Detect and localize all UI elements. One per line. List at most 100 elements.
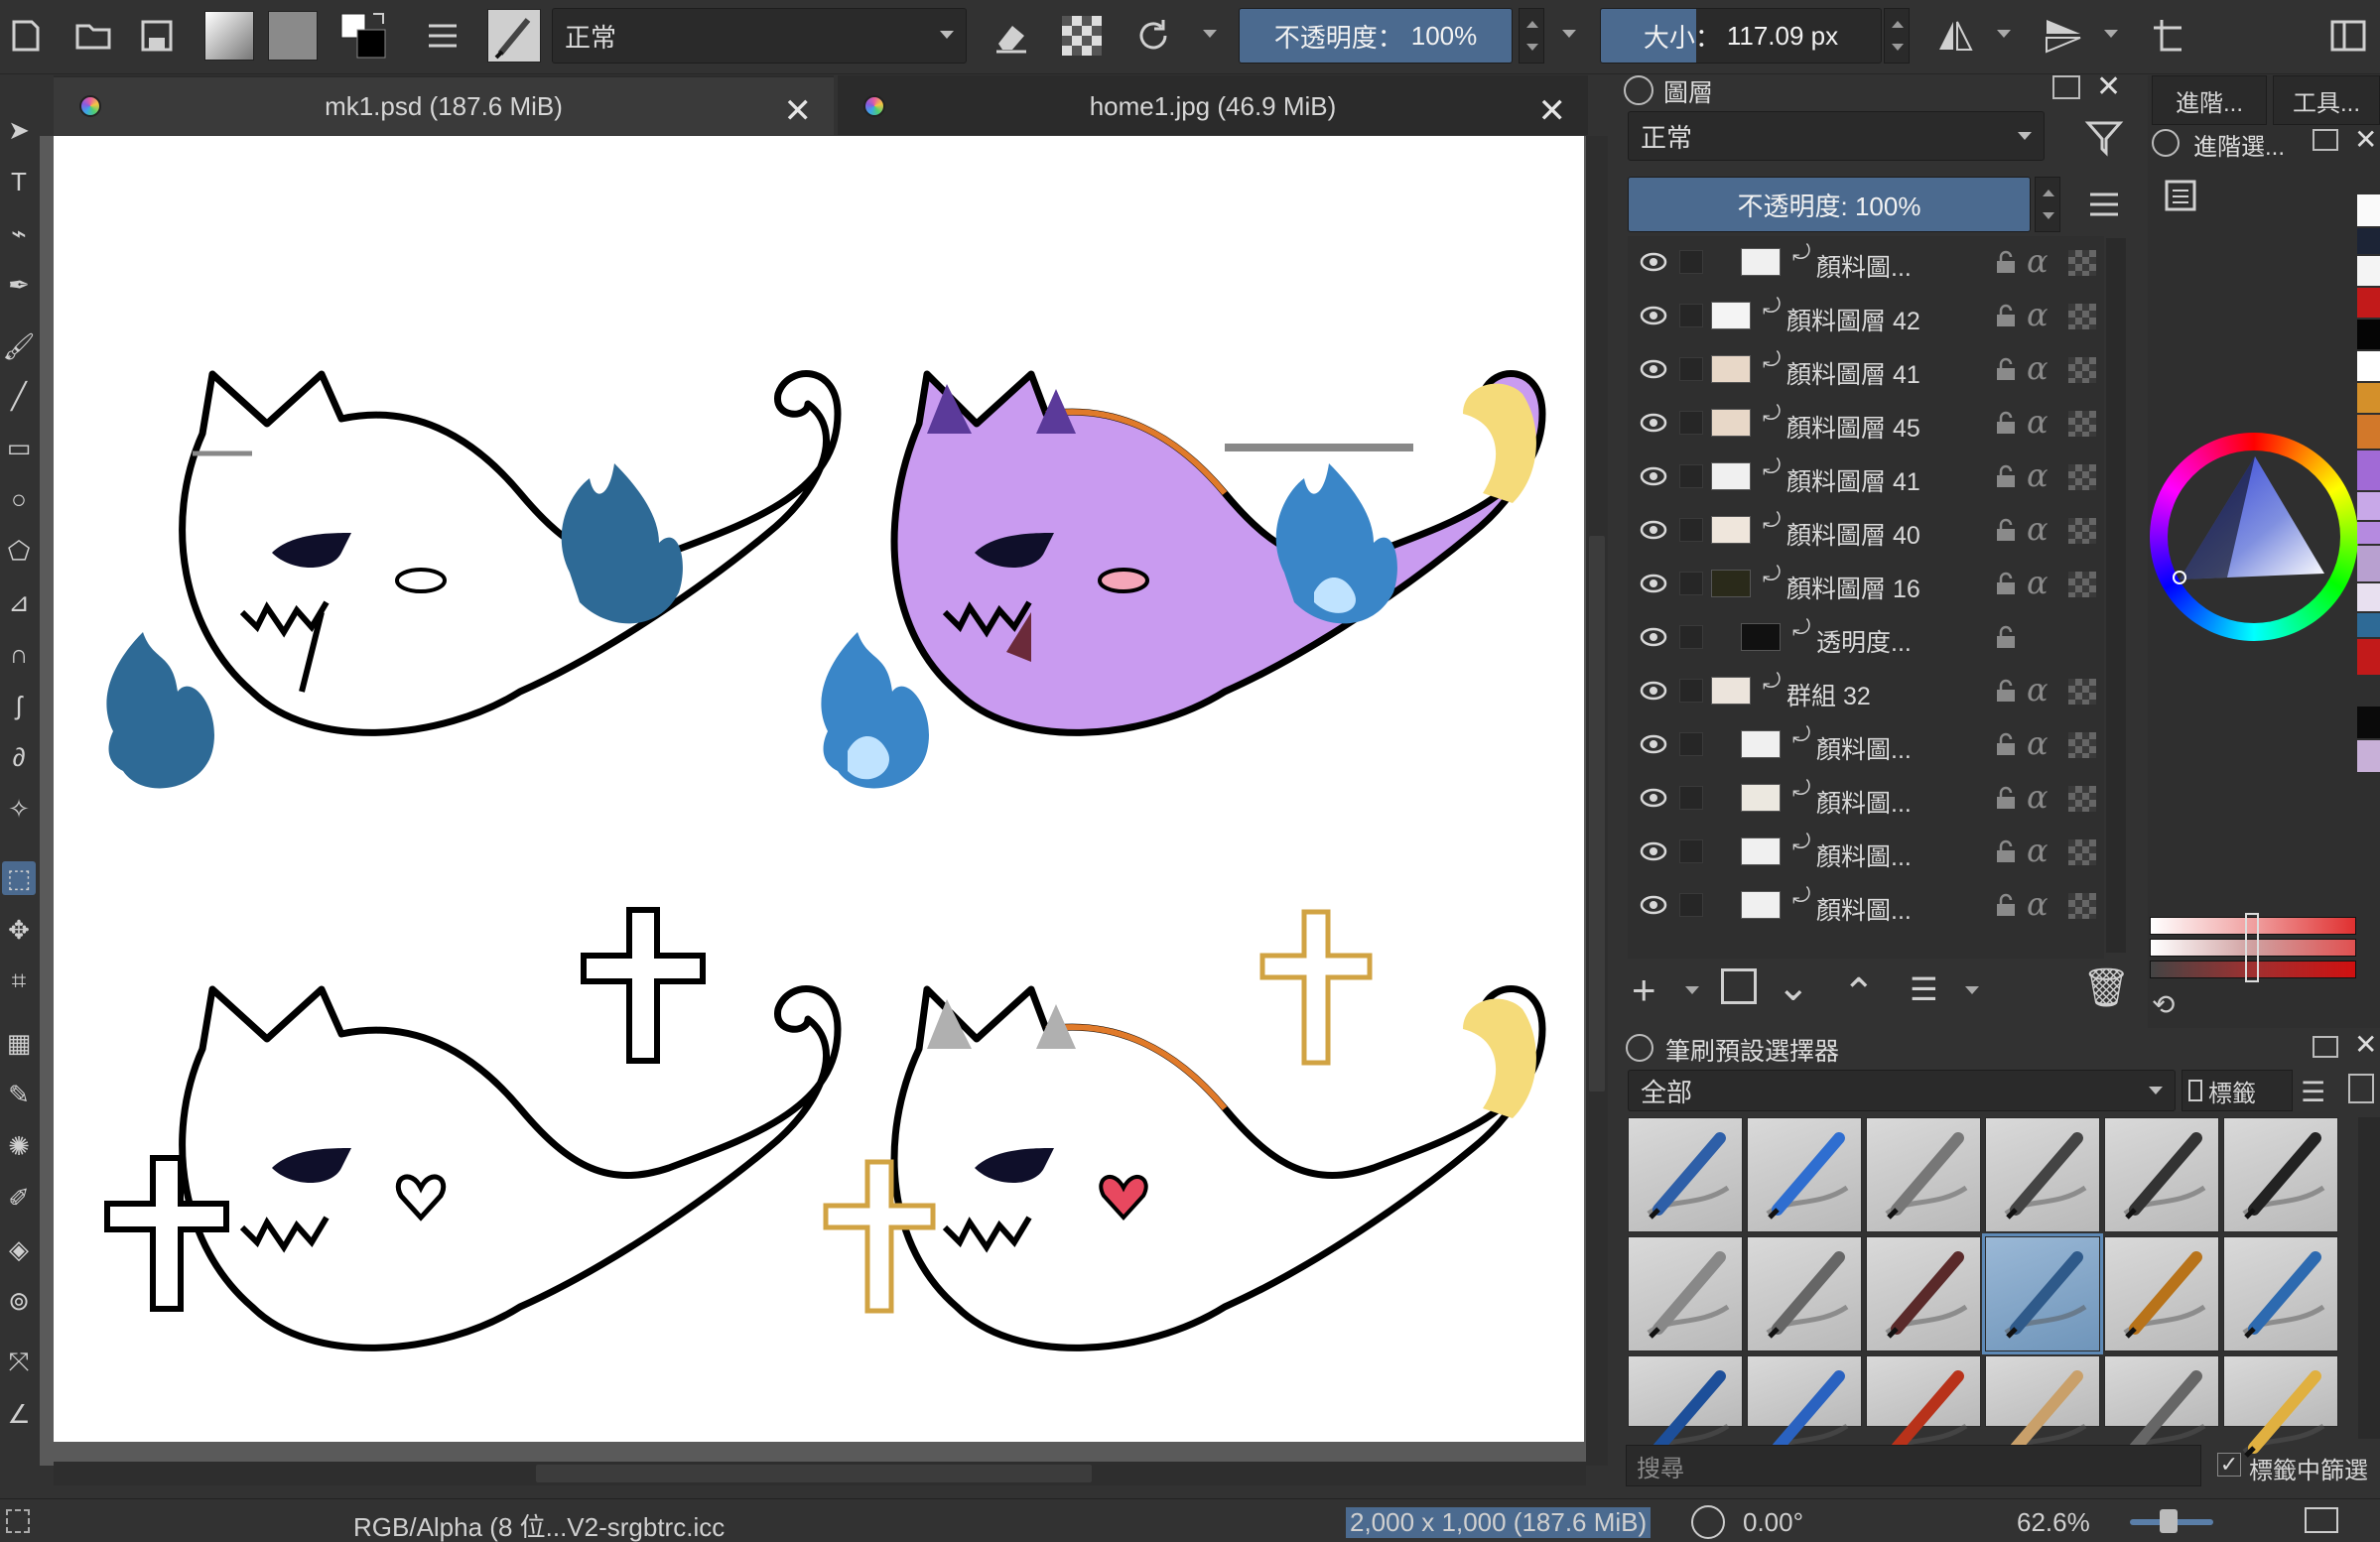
layer-name[interactable]: 顏料圖層 45 (1786, 409, 1920, 445)
layer-opacity-spinner[interactable] (2035, 177, 2060, 232)
layer-row[interactable]: ⤾ 顏料圖... α (1628, 879, 2104, 933)
canvas-document[interactable] (54, 136, 1584, 1442)
layer-row[interactable]: ⤾ 顏料圖層 40 α (1628, 504, 2104, 558)
brush-preset-tile[interactable] (1985, 1117, 2100, 1232)
mirror-vertical-icon[interactable] (2037, 8, 2088, 64)
opacity-slider[interactable]: 不透明度： 100% (1239, 8, 1513, 64)
inherit-alpha-icon[interactable] (2068, 572, 2096, 597)
tab-advanced[interactable]: 進階... (2152, 75, 2267, 125)
rectangle-select-icon[interactable]: ⬚ (2, 861, 36, 895)
brush-preset-tile[interactable] (2104, 1117, 2219, 1232)
docker-lock-icon[interactable] (2152, 129, 2180, 157)
layer-lock-icon[interactable] (1995, 839, 2017, 863)
palette-swatch[interactable] (2357, 383, 2380, 413)
docker-close-icon[interactable]: ✕ (2354, 1028, 2377, 1061)
alpha-inherit-icon[interactable]: α (2027, 403, 2049, 441)
status-zoom[interactable]: 62.6% (2017, 1507, 2090, 1538)
visibility-eye-icon[interactable] (1640, 250, 1667, 274)
layer-properties-dropdown-icon[interactable] (1965, 986, 1979, 994)
inherit-alpha-icon[interactable] (2068, 786, 2096, 812)
assistant-tool-icon[interactable]: ⊚ (2, 1284, 36, 1318)
dynamic-brush-icon[interactable]: ∂ (2, 740, 36, 774)
polygon-tool-icon[interactable]: ⬠ (2, 534, 36, 568)
inherit-alpha-icon[interactable] (2068, 679, 2096, 705)
transform-tool-icon[interactable]: ⤧ (2, 1346, 36, 1379)
layer-select-checkbox[interactable] (1679, 304, 1703, 327)
layer-select-checkbox[interactable] (1679, 464, 1703, 488)
canvas-vertical-scroll-thumb[interactable] (1589, 536, 1605, 1092)
size-slider[interactable]: 大小： 117.09 px (1600, 8, 1882, 64)
layer-row[interactable]: ⤾ 顏料圖層 42 α (1628, 290, 2104, 343)
edit-shapes-icon[interactable]: ⌁ (2, 216, 36, 250)
gradient-tool-icon[interactable]: ▦ (2, 1026, 36, 1060)
move-tool-icon[interactable]: ✥ (2, 913, 36, 947)
wrap-around-icon[interactable] (2144, 8, 2191, 64)
alpha-inherit-icon[interactable]: α (2027, 456, 2049, 494)
tab-mk1-close-icon[interactable]: ✕ (784, 91, 813, 131)
docker-close-icon[interactable]: ✕ (2096, 69, 2121, 104)
layer-lock-icon[interactable] (1995, 572, 2017, 595)
zoom-slider-handle[interactable] (2160, 1509, 2178, 1533)
inherit-alpha-icon[interactable] (2068, 250, 2096, 276)
alpha-lock-icon[interactable] (1058, 8, 1106, 64)
layer-row[interactable]: ⤾ 顏料圖... α (1628, 718, 2104, 772)
alpha-inherit-icon[interactable]: α (2027, 724, 2049, 762)
rectangle-tool-icon[interactable]: ▭ (2, 431, 36, 464)
add-layer-icon[interactable]: + (1632, 966, 1656, 1014)
pattern-swatch-icon[interactable] (268, 8, 318, 64)
move-layer-up-icon[interactable]: ⌃ (1842, 970, 1876, 1016)
line-tool-icon[interactable]: ╱ (2, 379, 36, 413)
inherit-alpha-icon[interactable] (2068, 357, 2096, 383)
brush-preset-tile[interactable] (2223, 1117, 2338, 1232)
brush-settings-icon[interactable] (421, 8, 464, 64)
color-triangle[interactable] (2168, 450, 2340, 623)
alpha-inherit-icon[interactable]: α (2027, 296, 2049, 333)
display-icon[interactable] (2305, 1507, 2338, 1533)
brush-preset-tile[interactable] (2223, 1355, 2338, 1458)
open-folder-icon[interactable] (71, 8, 115, 64)
reload-preset-icon[interactable] (1129, 8, 1177, 64)
layer-row[interactable]: ⤾ 顏料圖... α (1628, 772, 2104, 826)
palette-swatch[interactable] (2357, 450, 2380, 490)
inherit-alpha-icon[interactable] (2068, 518, 2096, 544)
palette-swatch[interactable] (2357, 740, 2380, 772)
freehand-path-icon[interactable]: ʃ (2, 689, 36, 722)
inherit-alpha-icon[interactable] (2068, 893, 2096, 919)
layer-lock-icon[interactable] (1995, 411, 2017, 435)
layer-row[interactable]: ⤾ 顏料圖層 16 α (1628, 558, 2104, 611)
measure-tool-icon[interactable]: ∠ (2, 1397, 36, 1431)
layer-lock-icon[interactable] (1995, 732, 2017, 756)
status-dimensions[interactable]: 2,000 x 1,000 (187.6 MiB) (1346, 1507, 1652, 1538)
visibility-eye-icon[interactable] (1640, 732, 1667, 756)
layer-lock-icon[interactable] (1995, 304, 2017, 327)
palette-swatch[interactable] (2357, 522, 2380, 544)
layer-name[interactable]: 顏料圖層 42 (1786, 302, 1920, 337)
brush-preset-tile[interactable] (1985, 1355, 2100, 1458)
layer-select-checkbox[interactable] (1679, 839, 1703, 863)
status-color-space[interactable]: RGB/Alpha (8 位...V2-srgbtrc.icc (353, 1507, 725, 1542)
brush-grid-scrollbar[interactable] (2358, 1117, 2380, 1439)
mirror-h-dropdown-icon[interactable] (1997, 30, 2011, 38)
fill-tool-icon[interactable]: ◈ (2, 1232, 36, 1266)
layer-name[interactable]: 顏料圖... (1816, 730, 1912, 766)
brush-preset-tile[interactable] (1747, 1117, 1862, 1232)
brush-preset-tile[interactable] (1747, 1355, 1862, 1458)
visibility-eye-icon[interactable] (1640, 893, 1667, 917)
color-refresh-icon[interactable]: ⟲ (2152, 988, 2175, 1021)
multibrush-icon[interactable]: ✧ (2, 792, 36, 826)
blend-mode-select[interactable]: 正常 (552, 8, 967, 64)
brush-preset-tile[interactable] (1747, 1236, 1862, 1351)
eraser-icon[interactable] (987, 8, 1034, 64)
alpha-inherit-icon[interactable]: α (2027, 778, 2049, 816)
layer-lock-icon[interactable] (1995, 893, 2017, 917)
alpha-inherit-icon[interactable]: α (2027, 671, 2049, 708)
brush-search-input[interactable]: 搜尋 (1626, 1445, 2201, 1486)
alpha-inherit-icon[interactable]: α (2027, 832, 2049, 869)
color-picker-icon[interactable]: ✎ (2, 1078, 36, 1111)
layer-list-scrollbar[interactable] (2106, 238, 2126, 953)
visibility-eye-icon[interactable] (1640, 572, 1667, 595)
polyline-tool-icon[interactable]: ⊿ (2, 585, 36, 619)
layer-lock-icon[interactable] (1995, 786, 2017, 810)
layer-name[interactable]: 顏料圖... (1816, 891, 1912, 927)
docker-float-icon[interactable] (2052, 75, 2080, 99)
